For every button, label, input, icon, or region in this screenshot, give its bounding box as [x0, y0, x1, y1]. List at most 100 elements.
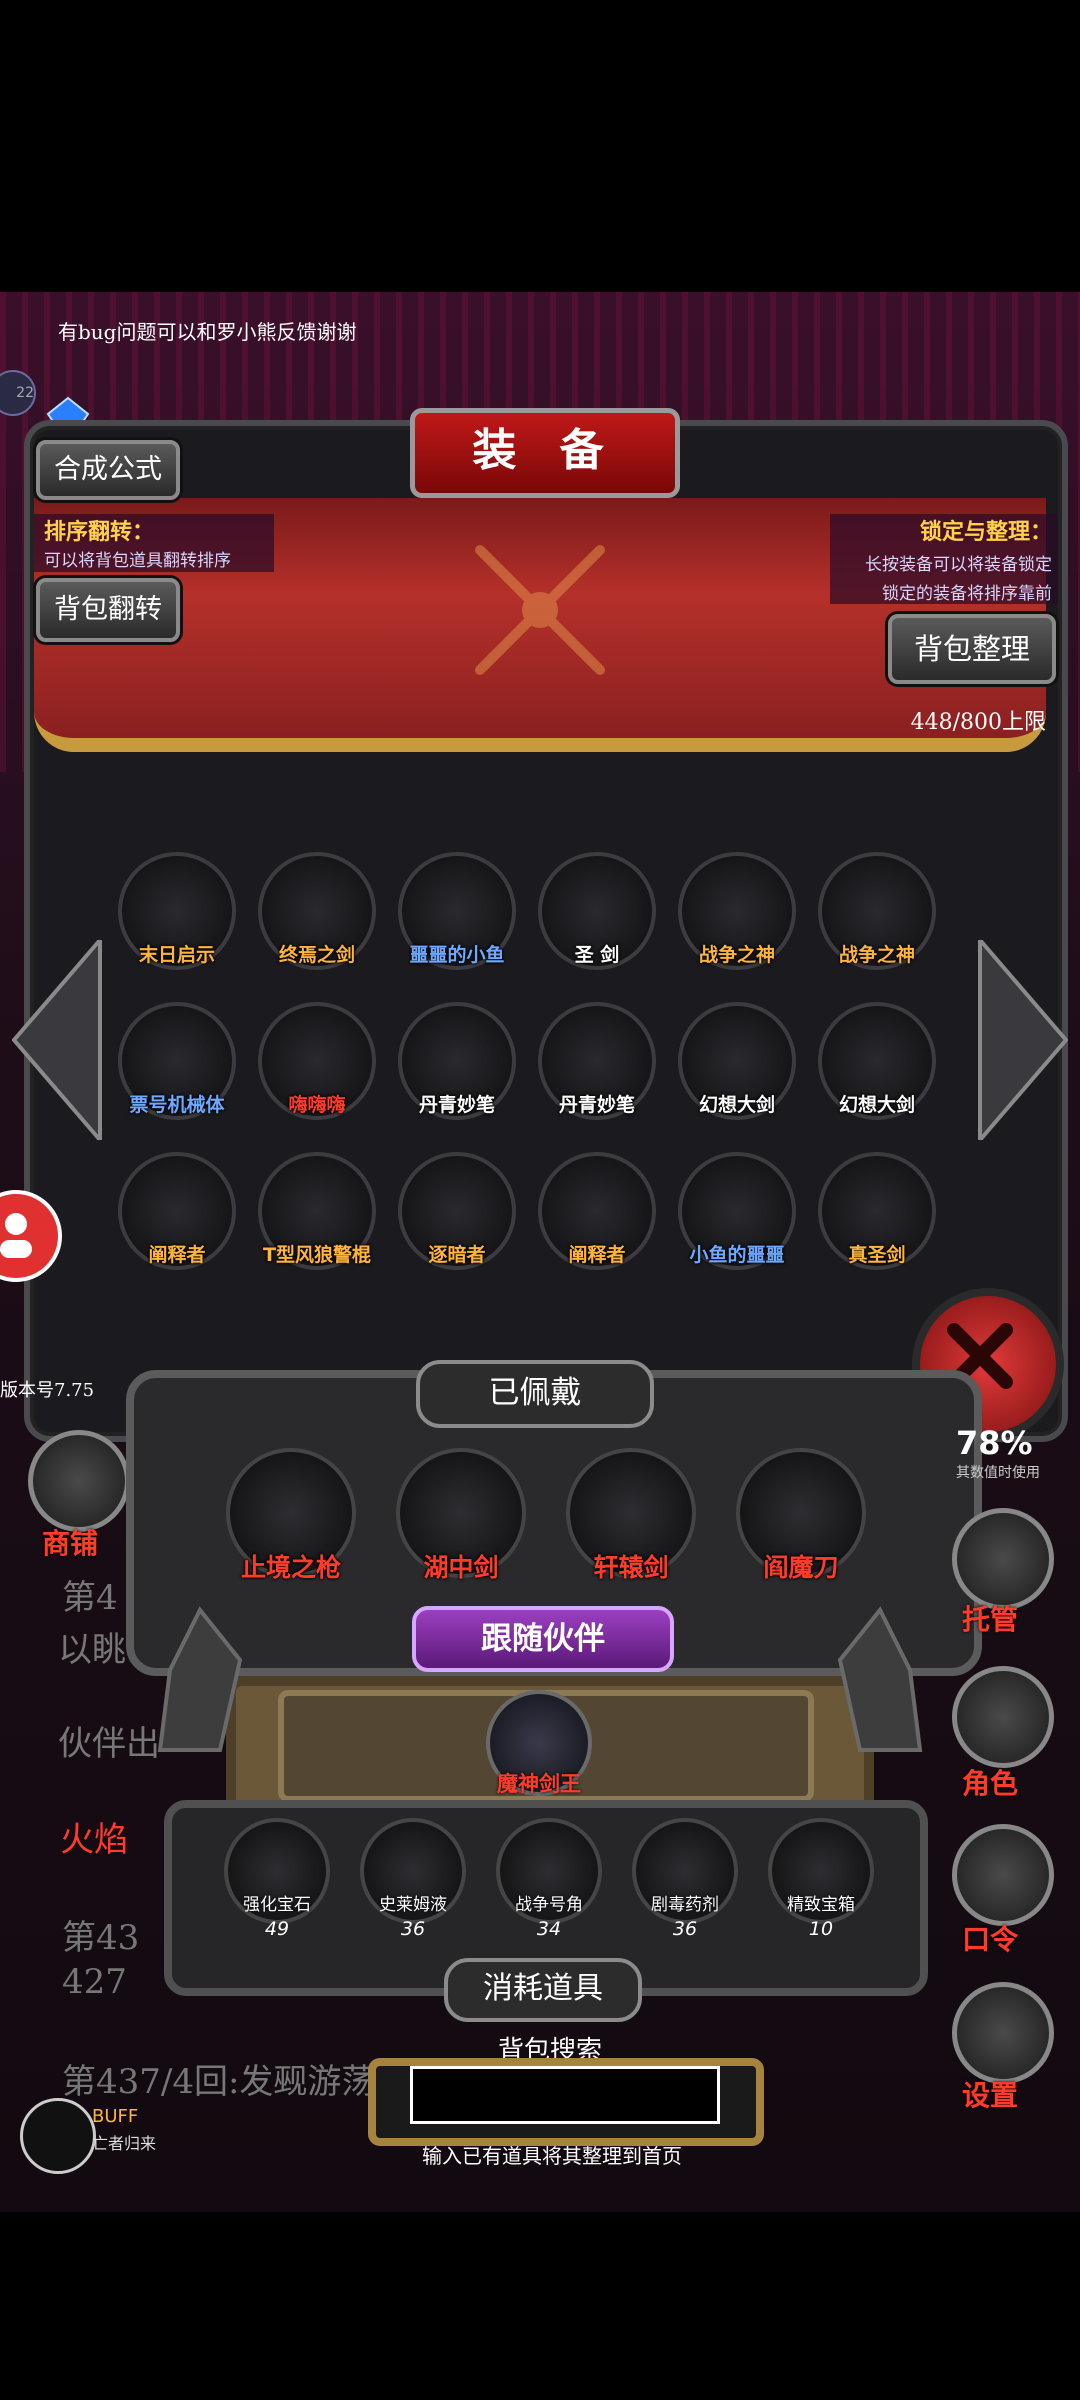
search-hint: 输入已有道具将其整理到首页 — [422, 2144, 682, 2168]
equipped-slot[interactable]: 湖中剑 — [396, 1448, 526, 1582]
item-name: 噩噩的小鱼 — [409, 944, 505, 966]
gear-icon — [952, 1982, 1054, 2084]
inventory-slot[interactable]: 末日启示 — [118, 852, 236, 970]
consumable-slot[interactable]: 史莱姆液 36 — [360, 1818, 466, 1940]
inventory-grid: 末日启示 终焉之剑 噩噩的小鱼 圣 剑 战争之神 战争之神 票号机械体 嗨嗨嗨 丹青妙笔 丹青妙笔… — [118, 852, 984, 1282]
consumable-slot[interactable]: 强化宝石 49 — [224, 1818, 330, 1940]
equipped-row: 止境之枪 湖中剑 轩辕剑 阎魔刀 — [226, 1448, 886, 1588]
inventory-slot[interactable]: 真圣剑 — [818, 1152, 936, 1270]
settings-button[interactable]: 设置 — [952, 1982, 1062, 2112]
inventory-slot[interactable]: 阐释者 — [118, 1152, 236, 1270]
auto-button[interactable]: 托管 — [952, 1508, 1062, 1638]
log-line: 第43 — [62, 1918, 140, 1958]
inventory-slot[interactable]: 票号机械体 — [118, 1002, 236, 1120]
inventory-slot[interactable]: 小鱼的噩噩 — [678, 1152, 796, 1270]
log-line: 以眺 — [58, 1630, 126, 1670]
equipped-item-name: 湖中剑 — [423, 1553, 499, 1582]
shop-button[interactable]: 商铺 — [24, 1430, 130, 1560]
scroll-icon — [952, 1824, 1054, 1926]
item-name: 终焉之剑 — [278, 944, 355, 966]
item-name: 丹青妙笔 — [558, 1094, 635, 1116]
inventory-slot[interactable]: 丹青妙笔 — [538, 1002, 656, 1120]
consumable-qty: 10 — [808, 1918, 834, 1940]
inventory-slot[interactable]: 逐暗者 — [398, 1152, 516, 1270]
search-input[interactable] — [410, 2066, 720, 2124]
password-label: 口令 — [962, 1923, 1019, 1956]
inventory-slot[interactable]: 终焉之剑 — [258, 852, 376, 970]
inventory-slot[interactable]: 战争之神 — [678, 852, 796, 970]
consumable-name: 战争号角 — [515, 1895, 583, 1915]
inventory-slot[interactable]: 阐释者 — [538, 1152, 656, 1270]
item-name: 幻想大剑 — [698, 1094, 775, 1116]
item-name: 末日启示 — [138, 944, 215, 966]
lock-tip: 锁定与整理： 长按装备可以将装备锁定 锁定的装备将排序靠前 — [830, 514, 1058, 604]
level-badge[interactable]: 22 — [0, 370, 36, 416]
percent-desc: 其数值时使用 — [956, 1465, 1040, 1481]
consumable-slot[interactable]: 战争号角 34 — [496, 1818, 602, 1940]
consumable-name: 精致宝箱 — [787, 1895, 855, 1915]
inventory-slot[interactable]: 噩噩的小鱼 — [398, 852, 516, 970]
buff-sub: 亡者归来 — [92, 2134, 157, 2153]
dice-icon — [952, 1508, 1054, 1610]
inventory-slot[interactable]: 幻想大剑 — [678, 1002, 796, 1120]
prev-page-arrow-icon[interactable] — [12, 940, 102, 1140]
lock-tip-desc1: 长按装备可以将装备锁定 — [865, 555, 1052, 575]
companion-slot[interactable]: 魔神剑王 — [486, 1690, 592, 1796]
level-badge-text: 22 — [16, 385, 34, 401]
inventory-slot[interactable]: 圣 剑 — [538, 852, 656, 970]
item-name: 票号机械体 — [129, 1094, 225, 1116]
percent-readout: 78% 其数值时使用 — [956, 1424, 1040, 1482]
equipped-item-name: 阎魔刀 — [763, 1553, 839, 1582]
sort-tip-title: 排序翻转： — [44, 520, 155, 545]
consumable-name: 剧毒药剂 — [651, 1895, 719, 1915]
crossed-swords-emblem — [475, 545, 605, 675]
character-button[interactable]: 角色 — [952, 1666, 1062, 1800]
equipped-slot[interactable]: 阎魔刀 — [736, 1448, 866, 1582]
inventory-slot[interactable]: 幻想大剑 — [818, 1002, 936, 1120]
settings-label: 设置 — [962, 2079, 1019, 2112]
consumable-name: 强化宝石 — [243, 1895, 311, 1915]
auto-label: 托管 — [962, 1603, 1019, 1636]
item-name: 战争之神 — [698, 944, 775, 966]
left-dragon-decoration — [157, 1606, 243, 1752]
consumable-slot[interactable]: 剧毒药剂 36 — [632, 1818, 738, 1940]
buff-label: BUFF — [92, 2106, 139, 2127]
buff-button[interactable]: BUFF 亡者归来 — [20, 2098, 180, 2178]
inventory-slot[interactable]: T型风狼警棍 — [258, 1152, 376, 1270]
percent-value: 78% — [956, 1424, 1033, 1462]
companion-title: 跟随伙伴 — [412, 1606, 674, 1672]
shop-label: 商铺 — [42, 1527, 99, 1560]
consumable-name: 史莱姆液 — [379, 1895, 447, 1915]
notice-text: 有bug问题可以和罗小熊反馈谢谢 — [58, 320, 357, 344]
equipped-title: 已佩戴 — [416, 1360, 654, 1428]
log-line: 第437/4回:发觋游荡 — [62, 2062, 376, 2102]
consumable-slot[interactable]: 精致宝箱 10 — [768, 1818, 874, 1940]
skull-icon — [20, 2098, 96, 2174]
item-name: 圣 剑 — [574, 944, 620, 966]
inventory-slot[interactable]: 丹青妙笔 — [398, 1002, 516, 1120]
equipped-slot[interactable]: 轩辕剑 — [566, 1448, 696, 1582]
item-name: 逐暗者 — [428, 1244, 486, 1266]
companion-name: 魔神剑王 — [497, 1772, 581, 1796]
consumable-qty: 36 — [672, 1918, 698, 1940]
organize-bag-button[interactable]: 背包整理 — [888, 614, 1056, 684]
consumable-qty: 34 — [536, 1918, 562, 1940]
inventory-slot[interactable]: 嗨嗨嗨 — [258, 1002, 376, 1120]
log-line: 火焰 — [60, 1820, 128, 1860]
lock-tip-desc2: 锁定的装备将排序靠前 — [882, 584, 1052, 604]
equipped-slot[interactable]: 止境之枪 — [226, 1448, 356, 1582]
consumable-qty: 49 — [264, 1918, 290, 1940]
flip-bag-button[interactable]: 背包翻转 — [36, 578, 180, 642]
next-page-arrow-icon[interactable] — [978, 940, 1068, 1140]
synthesis-formula-button[interactable]: 合成公式 — [36, 440, 180, 500]
version-label: 版本号7.75 — [0, 1380, 95, 1401]
shop-icon — [28, 1430, 130, 1532]
item-name: 阐释者 — [568, 1244, 626, 1266]
item-name: 嗨嗨嗨 — [288, 1094, 346, 1116]
log-line: 427 — [62, 1962, 127, 2002]
password-button[interactable]: 口令 — [952, 1824, 1062, 1956]
inventory-slot[interactable]: 战争之神 — [818, 852, 936, 970]
item-name: 幻想大剑 — [838, 1094, 915, 1116]
character-label: 角色 — [962, 1767, 1019, 1800]
item-name: 真圣剑 — [848, 1244, 906, 1266]
